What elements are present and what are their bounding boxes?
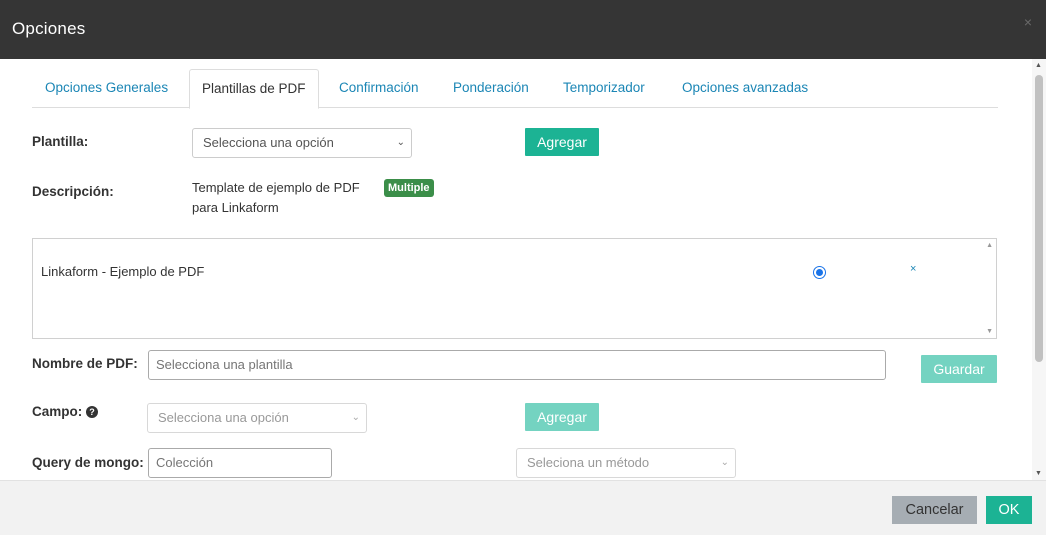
scroll-up-icon[interactable]: ▲ xyxy=(1035,62,1042,69)
scroll-up-icon[interactable]: ▲ xyxy=(986,242,993,249)
modal-title: Opciones xyxy=(12,19,86,38)
default-radio[interactable] xyxy=(813,266,826,279)
vertical-scrollbar[interactable]: ▲ ▼ xyxy=(1032,59,1046,480)
cancel-button[interactable]: Cancelar xyxy=(892,496,977,524)
descripcion-label: Descripción: xyxy=(32,184,114,199)
tab-opciones-generales[interactable]: Opciones Generales xyxy=(45,69,168,108)
guardar-button[interactable]: Guardar xyxy=(921,355,997,383)
multiple-badge: Multiple xyxy=(384,179,434,197)
modal-footer: Cancelar OK xyxy=(0,480,1046,535)
campo-select[interactable]: Selecciona una opción ⌄ xyxy=(147,403,367,433)
agregar-plantilla-button[interactable]: Agregar xyxy=(525,128,599,156)
scroll-down-icon[interactable]: ▼ xyxy=(1035,470,1042,477)
plantilla-label: Plantilla: xyxy=(32,134,89,149)
scrollbar-thumb[interactable] xyxy=(1035,75,1043,362)
query-mongo-label: Query de mongo: xyxy=(32,455,144,470)
chevron-down-icon: ⌄ xyxy=(396,137,405,148)
metodo-select-value: Seleciona un método xyxy=(527,455,650,470)
ok-button[interactable]: OK xyxy=(986,496,1032,524)
plantilla-select-value: Selecciona una opción xyxy=(203,135,334,150)
tab-temporizador[interactable]: Temporizador xyxy=(563,69,645,108)
template-list: Linkaform - Ejemplo de PDF × ▲ ▼ xyxy=(32,238,997,339)
tab-ponderacion[interactable]: Ponderación xyxy=(453,69,529,108)
template-list-item-label: Linkaform - Ejemplo de PDF xyxy=(41,264,205,279)
descripcion-line-2: para Linkaform xyxy=(192,200,279,215)
remove-icon[interactable]: × xyxy=(910,263,916,275)
tab-bar: Opciones Generales Plantillas de PDF Con… xyxy=(32,69,998,109)
descripcion-line-1: Template de ejemplo de PDF xyxy=(192,180,360,195)
tab-opciones-avanzadas[interactable]: Opciones avanzadas xyxy=(682,69,808,108)
campo-label: Campo: xyxy=(32,404,83,419)
nombre-pdf-input[interactable]: Selecciona una plantilla xyxy=(148,350,886,380)
metodo-select[interactable]: Seleciona un método ⌄ xyxy=(516,448,736,478)
scroll-down-icon[interactable]: ▼ xyxy=(986,328,993,335)
coleccion-input[interactable]: Colección xyxy=(148,448,332,478)
nombre-pdf-label: Nombre de PDF: xyxy=(32,356,138,371)
modal-body: Opciones Generales Plantillas de PDF Con… xyxy=(0,59,1046,480)
campo-select-value: Selecciona una opción xyxy=(158,410,289,425)
descripcion-text: Template de ejemplo de PDF para Linkafor… xyxy=(192,178,360,218)
modal-header: Opciones × xyxy=(0,0,1046,59)
plantilla-select[interactable]: Selecciona una opción ⌄ xyxy=(192,128,412,158)
tab-plantillas-pdf[interactable]: Plantillas de PDF xyxy=(189,69,319,109)
agregar-campo-button[interactable]: Agregar xyxy=(525,403,599,431)
chevron-down-icon: ⌄ xyxy=(720,457,729,468)
tab-confirmacion[interactable]: Confirmación xyxy=(339,69,419,108)
close-icon[interactable]: × xyxy=(1024,14,1032,30)
help-icon[interactable]: ? xyxy=(86,406,98,418)
chevron-down-icon: ⌄ xyxy=(351,412,360,423)
